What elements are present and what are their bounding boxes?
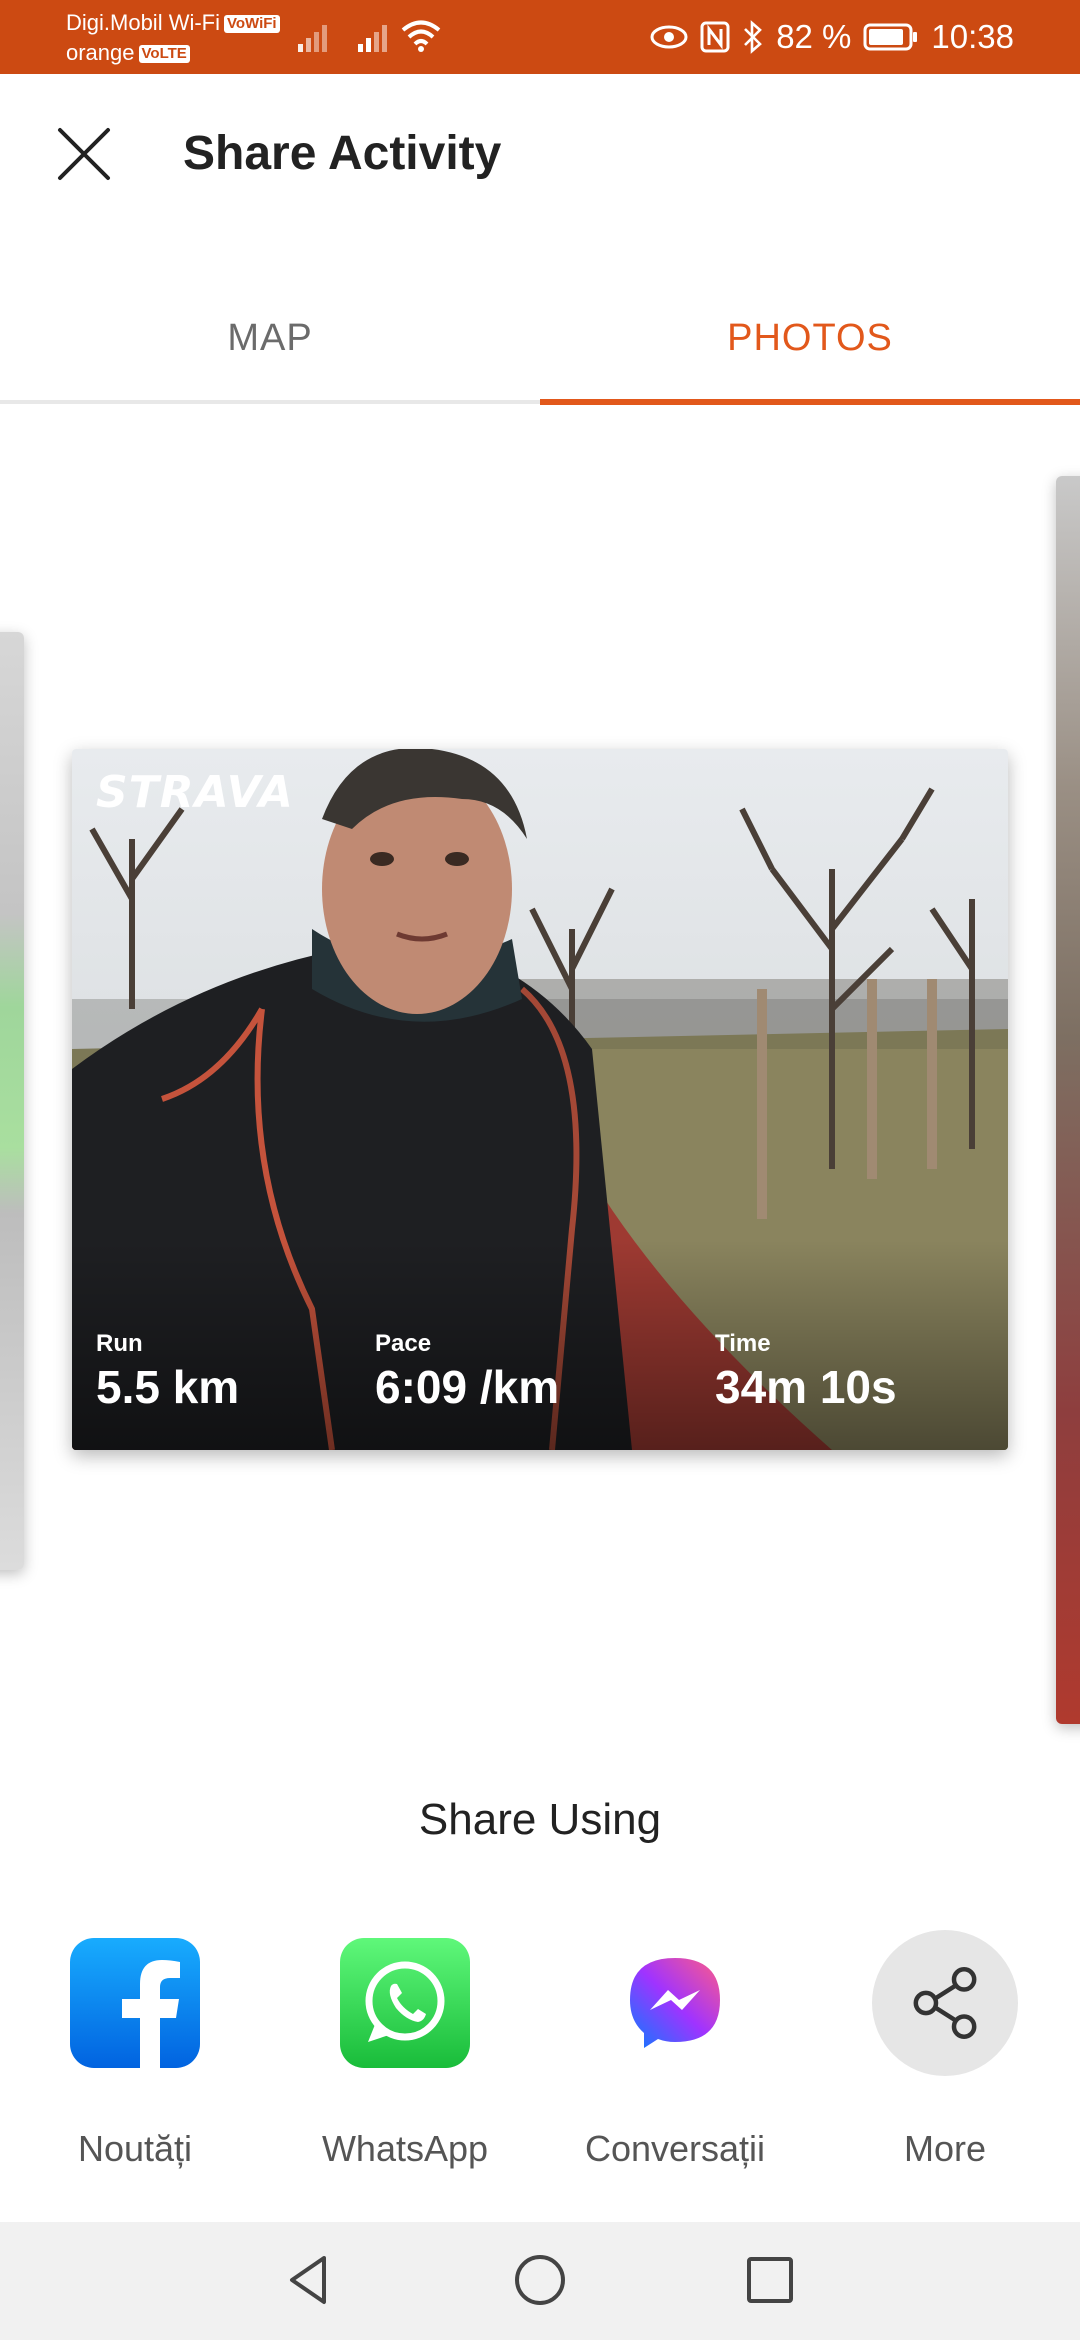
nav-home-button[interactable] [510, 2250, 570, 2310]
share-label: Noutăți [77, 2128, 193, 2169]
status-bar: Digi.Mobil Wi-Fi VoWiFi orange VoLTE 82 % … [0, 0, 1080, 74]
wifi-icon [401, 20, 441, 52]
close-icon [58, 128, 110, 180]
stat-label: Time [715, 1330, 771, 1357]
page-title: Share Activity [183, 127, 502, 180]
activity-share-card[interactable]: STRAVA Run 5.5 km Pace 6:09 /km Time 34m… [72, 749, 1008, 1450]
tab-map[interactable]: MAP [0, 276, 540, 400]
tab-photos[interactable]: PHOTOS [540, 276, 1080, 400]
stat-value: 6:09 /km [375, 1361, 560, 1413]
carrier-1-name: Digi.Mobil Wi-Fi [66, 10, 220, 35]
next-card-preview[interactable] [1056, 476, 1080, 1724]
nav-back-button[interactable] [280, 2250, 340, 2310]
share-messenger-button[interactable]: Conversații [540, 1930, 810, 2190]
battery-icon [863, 23, 918, 51]
facebook-icon [70, 1938, 200, 2068]
nav-recents-button[interactable] [740, 2250, 800, 2310]
nfc-icon [700, 21, 730, 53]
carrier-info: Digi.Mobil Wi-Fi VoWiFi orange VoLTE [66, 8, 280, 68]
vowifi-badge: VoWiFi [224, 15, 280, 33]
tab-selected-indicator [540, 399, 1080, 405]
previous-card-preview[interactable] [0, 632, 24, 1570]
share-activity-screen: Digi.Mobil Wi-Fi VoWiFi orange VoLTE 82 % … [0, 0, 1080, 2340]
stat-time: Time 34m 10s [715, 1329, 897, 1415]
stat-label: Pace [375, 1330, 432, 1357]
carrier-2-name: orange [66, 40, 135, 65]
whatsapp-icon [340, 1938, 470, 2068]
stat-value: 5.5 km [96, 1361, 240, 1413]
system-navigation-bar [0, 2222, 1080, 2340]
stat-value: 34m 10s [715, 1361, 897, 1413]
stat-pace: Pace 6:09 /km [375, 1329, 559, 1415]
share-whatsapp-button[interactable]: WhatsApp [270, 1930, 540, 2190]
share-facebook-button[interactable]: Noutăți [0, 1930, 270, 2190]
home-circle-icon [515, 2255, 565, 2305]
eye-comfort-icon [650, 25, 688, 49]
volte-badge: VoLTE [138, 45, 190, 63]
battery-percentage: 82 % [776, 18, 852, 55]
app-header: Share Activity [0, 74, 1080, 239]
stat-label: Run [96, 1330, 143, 1357]
share-more-button[interactable]: More [810, 1930, 1080, 2190]
back-triangle-icon [290, 2256, 326, 2304]
status-right-group: 82 % 10:38 [650, 16, 1014, 58]
share-label: WhatsApp [321, 2128, 489, 2169]
signal-strength-icon [358, 25, 387, 52]
stat-run: Run 5.5 km [96, 1329, 239, 1415]
strava-logo: STRAVA [96, 767, 294, 818]
share-label: More [903, 2128, 987, 2169]
recents-square-icon [747, 2257, 793, 2303]
bluetooth-icon [744, 20, 763, 54]
share-icon [872, 1930, 1018, 2076]
close-button[interactable] [54, 124, 114, 184]
clock: 10:38 [931, 18, 1014, 55]
share-label: Conversații [584, 2128, 766, 2169]
messenger-icon [630, 1958, 720, 2048]
signal-strength-icon [298, 25, 327, 52]
tab-bar: MAP PHOTOS [0, 276, 1080, 405]
share-using-title: Share Using [418, 1795, 662, 1844]
